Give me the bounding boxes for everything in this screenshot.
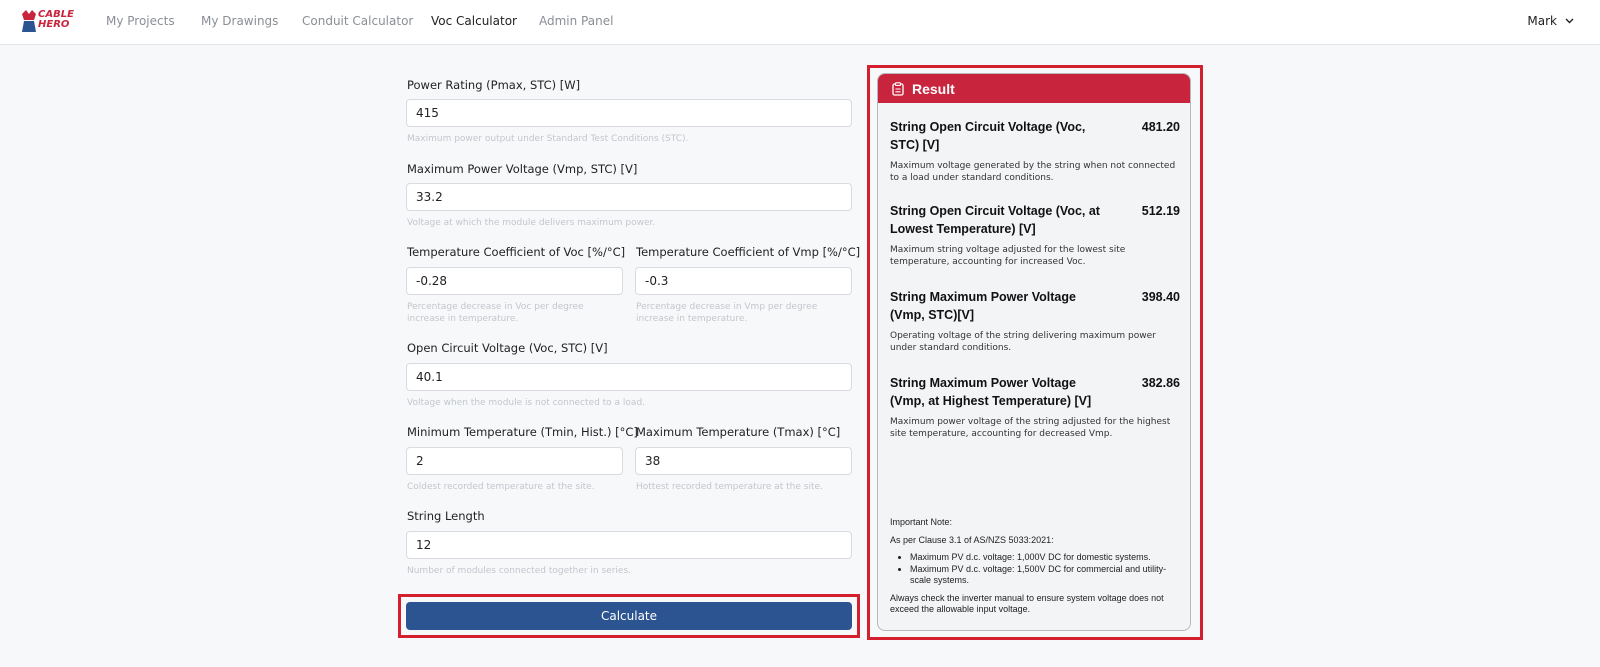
temp-coef-vmp-input[interactable] bbox=[635, 267, 852, 295]
cable-hero-logo[interactable]: CABLE HERO bbox=[20, 7, 74, 35]
note-footer: Always check the inverter manual to ensu… bbox=[890, 592, 1164, 615]
result-header: Result bbox=[878, 74, 1190, 103]
vmp-label: Maximum Power Voltage (Vmp, STC) [V] bbox=[407, 162, 638, 176]
string-length-label: String Length bbox=[407, 509, 485, 523]
tmin-input[interactable] bbox=[406, 447, 623, 475]
logo-icon bbox=[22, 10, 36, 32]
note-bullet: Maximum PV d.c. voltage: 1,500V DC for c… bbox=[910, 564, 1180, 587]
result-title: Result bbox=[912, 80, 955, 97]
vmp-input[interactable] bbox=[406, 183, 852, 211]
temp-coef-voc-help: Percentage decrease in Voc per degree in… bbox=[407, 302, 584, 324]
calculate-button[interactable]: Calculate bbox=[406, 602, 852, 630]
note-heading: Important Note: bbox=[890, 517, 953, 527]
note-bullet: Maximum PV d.c. voltage: 1,000V DC for d… bbox=[910, 552, 1180, 564]
nav-voc-calculator[interactable]: Voc Calculator bbox=[431, 14, 517, 28]
result-item-title: String Maximum Power Voltage (Vmp, at Hi… bbox=[890, 376, 1092, 408]
user-name: Mark bbox=[1527, 14, 1557, 28]
result-item-value: 481.20 bbox=[1141, 120, 1180, 134]
important-note: Important Note: As per Clause 3.1 of AS/… bbox=[890, 517, 1180, 622]
result-item-desc: Maximum power voltage of the string adju… bbox=[890, 417, 1171, 439]
nav-conduit-calculator[interactable]: Conduit Calculator bbox=[302, 14, 413, 28]
nav-admin-panel[interactable]: Admin Panel bbox=[539, 14, 613, 28]
result-card: Result String Open Circuit Voltage (Voc,… bbox=[877, 73, 1191, 631]
power-rating-input[interactable] bbox=[406, 99, 852, 127]
logo-wordmark: CABLE HERO bbox=[38, 9, 74, 30]
power-rating-help: Maximum power output under Standard Test… bbox=[407, 134, 689, 144]
tmin-label: Minimum Temperature (Tmin, Hist.) [°C] bbox=[407, 425, 638, 439]
note-clause: As per Clause 3.1 of AS/NZS 5033:2021: bbox=[890, 534, 1054, 545]
voc-help: Voltage when the module is not connected… bbox=[407, 398, 646, 408]
temp-coef-vmp-help: Percentage decrease in Vmp per degree in… bbox=[636, 302, 818, 324]
string-length-input[interactable] bbox=[406, 531, 852, 559]
power-rating-label: Power Rating (Pmax, STC) [W] bbox=[407, 78, 581, 92]
result-item-title: String Open Circuit Voltage (Voc, STC) [… bbox=[890, 120, 1086, 152]
result-item-desc: Operating voltage of the string deliveri… bbox=[890, 331, 1156, 353]
top-nav: CABLE HERO My Projects My Drawings Condu… bbox=[0, 0, 1600, 45]
chevron-down-icon bbox=[1565, 18, 1574, 24]
voc-label: Open Circuit Voltage (Voc, STC) [V] bbox=[407, 341, 608, 355]
result-item-value: 512.19 bbox=[1141, 204, 1180, 218]
tmax-input[interactable] bbox=[635, 447, 852, 475]
nav-my-drawings[interactable]: My Drawings bbox=[201, 14, 278, 28]
vmp-help: Voltage at which the module delivers max… bbox=[407, 218, 656, 228]
string-length-help: Number of modules connected together in … bbox=[407, 566, 632, 576]
temp-coef-voc-input[interactable] bbox=[406, 267, 623, 295]
tmax-help: Hottest recorded temperature at the site… bbox=[636, 482, 823, 492]
voc-input[interactable] bbox=[406, 363, 852, 391]
result-item-value: 382.86 bbox=[1141, 376, 1180, 390]
nav-my-projects[interactable]: My Projects bbox=[106, 14, 175, 28]
result-item-title: String Maximum Power Voltage (Vmp, STC)[… bbox=[890, 290, 1076, 322]
tmin-help: Coldest recorded temperature at the site… bbox=[407, 482, 595, 492]
note-list: Maximum PV d.c. voltage: 1,000V DC for d… bbox=[902, 552, 1180, 587]
clipboard-icon bbox=[892, 81, 904, 96]
user-menu[interactable]: Mark bbox=[1527, 14, 1574, 28]
temp-coef-vmp-label: Temperature Coefficient of Vmp [%/°C] bbox=[636, 245, 861, 259]
result-item-title: String Open Circuit Voltage (Voc, at Low… bbox=[890, 204, 1100, 236]
result-item-desc: Maximum string voltage adjusted for the … bbox=[890, 245, 1126, 267]
temp-coef-voc-label: Temperature Coefficient of Voc [%/°C] bbox=[407, 245, 626, 259]
tmax-label: Maximum Temperature (Tmax) [°C] bbox=[636, 425, 841, 439]
result-item-value: 398.40 bbox=[1141, 290, 1180, 304]
result-item-desc: Maximum voltage generated by the string … bbox=[890, 161, 1176, 183]
